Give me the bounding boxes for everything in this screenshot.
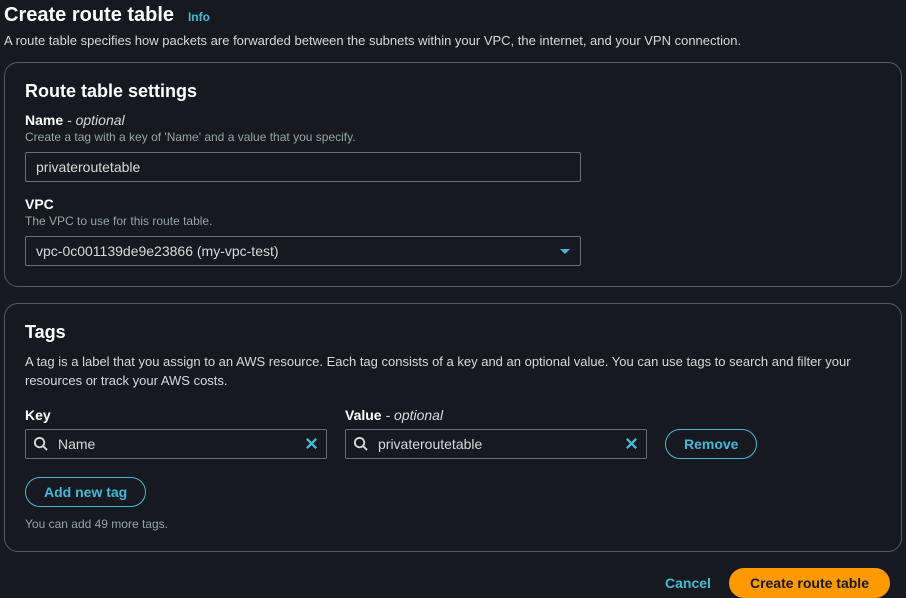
tag-value-column: Value - optional [345,407,647,459]
add-tag-button[interactable]: Add new tag [25,477,146,507]
tags-limit-text: You can add 49 more tags. [25,517,881,531]
name-field-group: Name - optional Create a tag with a key … [25,112,881,182]
tag-remove-column: Remove [665,429,757,459]
route-table-settings-panel: Route table settings Name - optional Cre… [4,62,902,287]
remove-tag-button[interactable]: Remove [665,429,757,459]
page-footer: Cancel Create route table [4,568,902,598]
page-header: Create route table Info [4,4,902,27]
create-route-table-button[interactable]: Create route table [729,568,890,598]
tag-key-input[interactable] [25,429,327,459]
tag-value-input[interactable] [345,429,647,459]
tags-panel: Tags A tag is a label that you assign to… [4,303,902,552]
vpc-field-group: VPC The VPC to use for this route table.… [25,196,881,266]
search-icon [353,436,368,451]
settings-panel-title: Route table settings [25,81,881,102]
tag-key-column: Key [25,407,327,459]
tag-key-label: Key [25,407,327,423]
clear-icon[interactable] [624,436,639,451]
cancel-button[interactable]: Cancel [665,575,711,591]
search-icon [33,436,48,451]
name-hint: Create a tag with a key of 'Name' and a … [25,130,881,144]
page-title: Create route table [4,4,174,26]
vpc-select[interactable]: vpc-0c001139de9e23866 (my-vpc-test) [25,236,581,266]
page-description: A route table specifies how packets are … [4,33,902,48]
info-link[interactable]: Info [188,10,210,24]
tag-row: Key Value - optional Remove [25,407,881,459]
name-input[interactable] [25,152,581,182]
vpc-hint: The VPC to use for this route table. [25,214,881,228]
name-optional-suffix: - optional [63,112,124,128]
clear-icon[interactable] [304,436,319,451]
name-label: Name [25,112,63,128]
tags-description: A tag is a label that you assign to an A… [25,353,881,391]
tags-panel-title: Tags [25,322,881,343]
tag-value-optional-suffix: - optional [382,407,443,423]
chevron-down-icon [560,249,570,254]
vpc-label: VPC [25,196,881,212]
vpc-selected-value: vpc-0c001139de9e23866 (my-vpc-test) [36,243,279,259]
tag-value-label: Value [345,407,382,423]
